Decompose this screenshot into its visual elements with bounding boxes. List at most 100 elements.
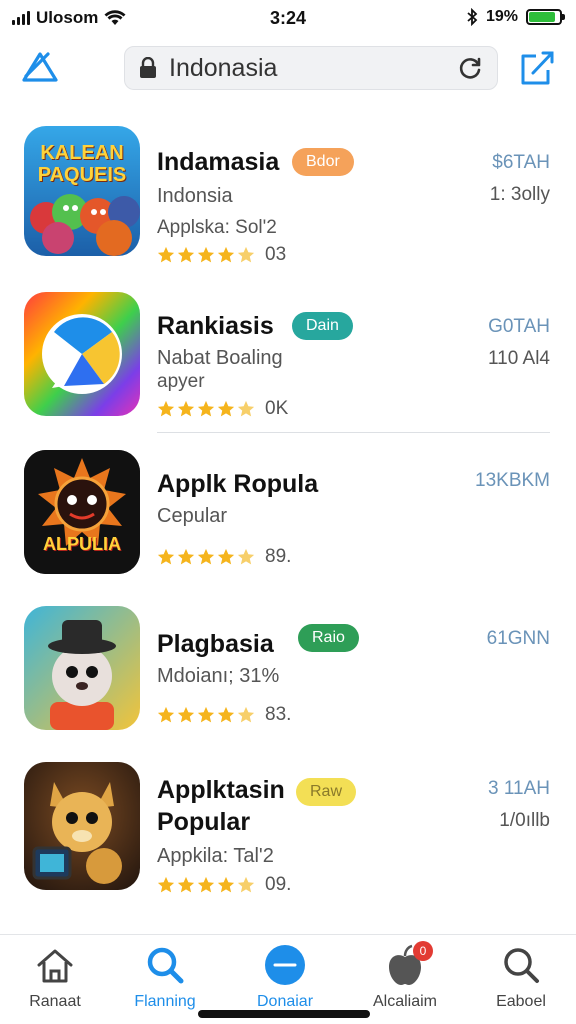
star-rating [157,706,255,724]
toggle-icon [265,945,305,985]
star-icon [177,706,195,723]
app-badge: Raw [296,778,357,806]
battery-icon [526,9,565,25]
battery-fill [529,12,555,22]
tab-label: Donaiar [256,993,314,1010]
star-icon [197,246,215,263]
rating-text: 0K [265,398,289,419]
star-rating [157,876,255,894]
tab-label: Alcaliaim [372,993,437,1010]
icon-text: ALPULIA [43,534,121,554]
star-icon [237,548,255,565]
star-icon [157,400,175,417]
tab-alcaliaim[interactable]: 0 Alcaliaim [350,941,460,1011]
star-icon [237,706,255,723]
search-icon [504,948,539,983]
tab-label: Eaboel [496,993,546,1010]
header: Indonasia [0,44,576,96]
app-meta: 3 11AH [488,778,550,799]
app-icon-alpulia[interactable]: ALPULIA [24,450,140,574]
compose-icon[interactable] [518,48,556,88]
tab-ranaat[interactable]: Ranaat [0,943,110,1011]
app-name[interactable]: Applk Ropula [157,470,318,498]
app-name[interactable]: Applktasin [157,776,285,804]
app-rating: 83. [157,704,291,726]
app-rating: 03 [157,244,286,266]
star-icon [197,706,215,723]
rating-text: 09. [265,874,292,895]
app-subtitle: Nabat Boaling [157,347,283,369]
app-name[interactable]: Indamasia [157,148,279,176]
rating-text: 03 [265,244,287,265]
star-icon [177,548,195,565]
notification-badge: 0 [413,941,433,961]
app-meta: 61GNN [486,628,550,649]
search-bar[interactable]: Indonasia [124,46,498,90]
tab-bar: Ranaat Flanning Donaiar 0 Alcaliaim Eabo [0,934,576,1024]
app-store-icon[interactable] [20,48,60,88]
app-subtitle: Indonsia [157,185,233,207]
app-badge: Bdor [292,148,354,176]
tab-flanning[interactable]: Flanning [110,943,220,1011]
app-name[interactable]: Rankiasis [157,312,274,340]
status-bar: Ulosom 3:24 19% [0,0,576,36]
lock-icon [140,57,156,78]
star-icon [197,876,215,893]
star-icon [217,548,235,565]
star-icon [217,400,235,417]
app-subtitle: Cepular [157,505,228,527]
app-rating: 0K [157,398,288,420]
app-name-line-2: Popular [157,808,251,836]
home-icon [37,949,73,983]
star-icon [157,706,175,723]
app-meta: $6TAH [492,152,550,173]
app-meta-2: 1/0ıllb [499,810,550,831]
star-icon [157,548,175,565]
rating-text: 89. [265,546,292,567]
rating-text: 83. [265,704,292,725]
app-rating: 89. [157,546,291,568]
battery-percent: 19% [485,8,518,25]
app-icon-kalean[interactable]: KALEAN PAQUEIS [24,126,140,256]
star-icon [217,246,235,263]
app-icon-rankiasis[interactable] [24,292,140,416]
status-right: 19% [466,8,565,26]
icon-text-top: KALEAN [40,142,124,164]
star-icon [197,548,215,565]
search-input[interactable]: Indonasia [169,54,457,83]
star-icon [237,400,255,417]
tab-label: Flanning [134,993,196,1010]
app-subtitle: Appkila: Tal'2 [157,845,274,867]
star-icon [217,706,235,723]
app-icon-applktasin[interactable] [24,762,140,890]
app-rating: 09. [157,874,291,896]
star-icon [217,876,235,893]
refresh-icon[interactable] [457,55,483,81]
app-name[interactable]: Plagbasia [157,630,274,658]
star-rating [157,400,255,418]
app-meta-2: 1: 3olly [489,184,550,205]
star-icon [237,876,255,893]
list-divider [157,432,550,433]
tab-eaboel[interactable]: Eaboel [466,943,576,1011]
star-icon [177,400,195,417]
tab-donaiar[interactable]: Donaiar [230,943,340,1011]
app-meta: G0TAH [488,316,550,337]
app-subtitle: Mdoianı; 31% [157,665,280,687]
app-subtitle-2: Applska: Sol'2 [157,217,277,238]
app-badge: Dain [292,312,353,340]
home-indicator [198,1010,370,1018]
bluetooth-icon [467,8,478,26]
star-icon [177,876,195,893]
star-icon [177,246,195,263]
star-icon [157,876,175,893]
star-rating [157,246,255,264]
app-meta: 13KBKM [475,470,550,491]
app-meta-2: 110 Al4 [488,348,550,369]
icon-text-bottom: PAQUEIS [37,164,127,186]
star-icon [157,246,175,263]
search-icon [147,947,184,984]
star-icon [237,246,255,263]
star-rating [157,548,255,566]
app-icon-plagbasia[interactable] [24,606,140,730]
